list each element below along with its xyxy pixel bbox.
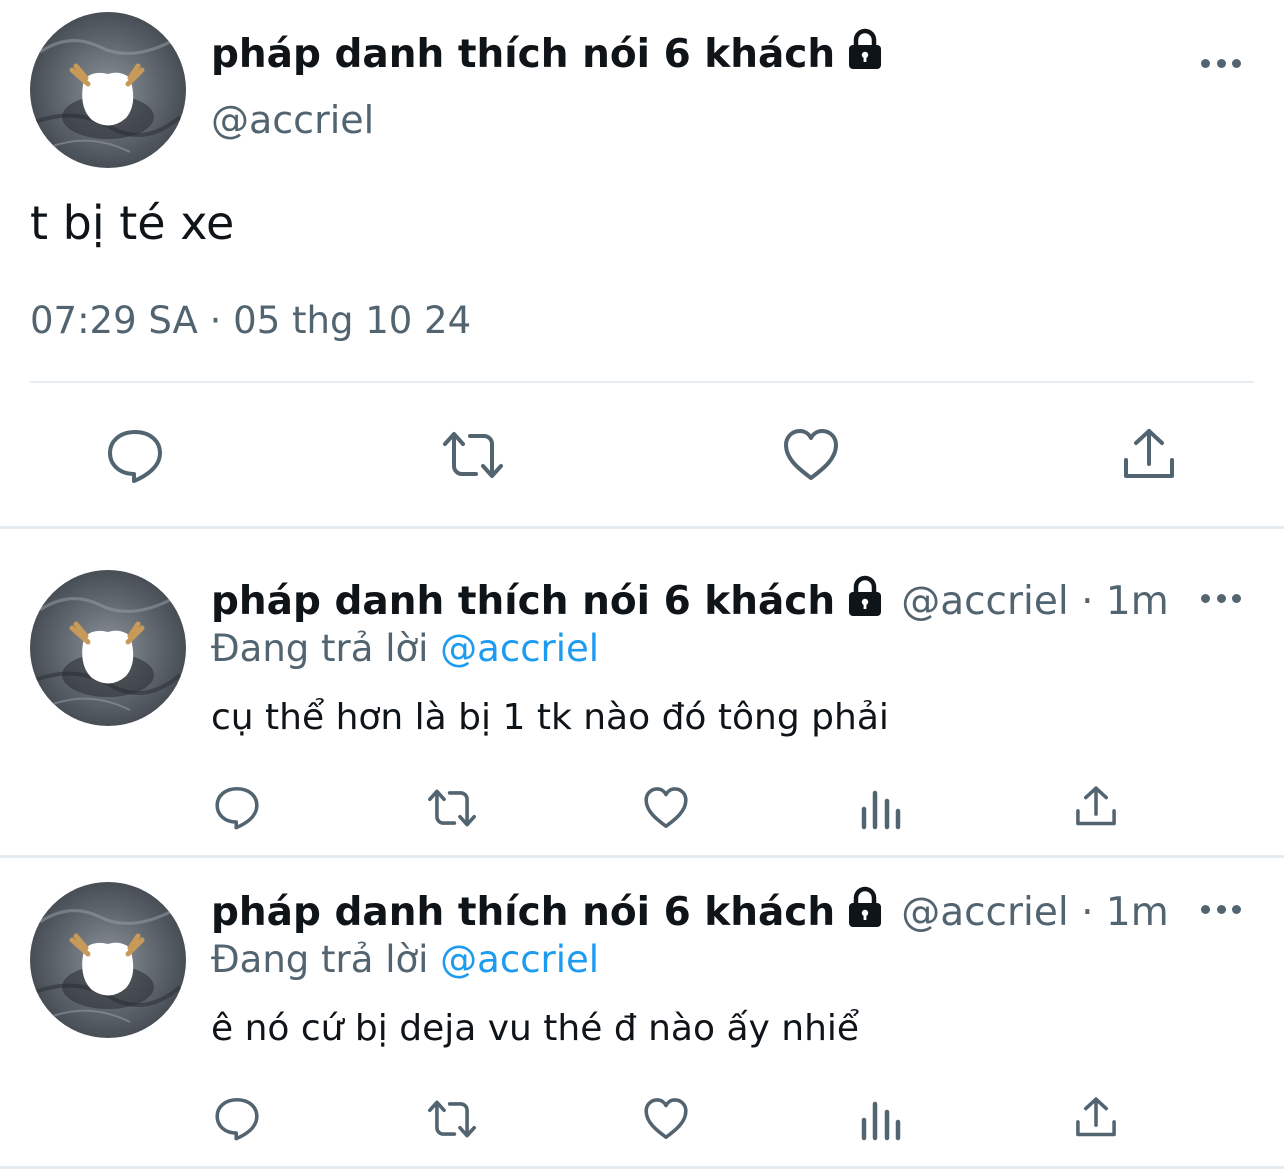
tweet-text: ê nó cứ bị deja vu thé đ nào ấy nhiể	[211, 1008, 860, 1049]
like-icon[interactable]	[642, 1096, 690, 1142]
display-name-text: pháp danh thích nói 6 khách	[211, 31, 836, 77]
handle-time: @accriel · 1m	[901, 889, 1169, 935]
views-icon[interactable]	[860, 1098, 902, 1142]
retweet-icon[interactable]	[424, 1096, 480, 1142]
lock-icon	[845, 575, 885, 619]
avatar[interactable]	[30, 12, 186, 168]
main-tweet: pháp danh thích nói 6 khách @accriel t b…	[0, 0, 1284, 526]
reply-tweet: pháp danh thích nói 6 khách @accriel · 1…	[0, 529, 1284, 856]
lock-icon	[845, 886, 885, 930]
avatar[interactable]	[30, 570, 186, 726]
reply-header[interactable]: pháp danh thích nói 6 khách @accriel · 1…	[211, 575, 1169, 627]
tweet-text: t bị té xe	[30, 196, 235, 250]
replying-to: Đang trả lời @accriel	[211, 938, 599, 981]
retweet-icon[interactable]	[424, 785, 480, 831]
handle-time: @accriel · 1m	[901, 578, 1169, 624]
tweet-text: cụ thể hơn là bị 1 tk nào đó tông phải	[211, 697, 889, 738]
replying-prefix: Đang trả lời	[211, 938, 429, 981]
more-options-icon[interactable]	[1201, 56, 1241, 70]
more-options-icon[interactable]	[1201, 902, 1241, 916]
reply-icon[interactable]	[214, 1095, 260, 1141]
divider	[30, 381, 1254, 383]
views-icon[interactable]	[860, 787, 902, 831]
reply-tweet: pháp danh thích nói 6 khách @accriel · 1…	[0, 858, 1284, 1169]
replying-to: Đang trả lời @accriel	[211, 627, 599, 670]
reply-icon[interactable]	[214, 784, 260, 830]
more-options-icon[interactable]	[1201, 591, 1241, 605]
reply-header[interactable]: pháp danh thích nói 6 khách @accriel · 1…	[211, 886, 1169, 938]
handle[interactable]: @accriel	[211, 98, 374, 142]
replying-mention[interactable]: @accriel	[440, 938, 599, 981]
like-icon[interactable]	[781, 426, 841, 484]
replying-mention[interactable]: @accriel	[440, 627, 599, 670]
share-icon[interactable]	[1074, 1095, 1118, 1141]
replying-prefix: Đang trả lời	[211, 627, 429, 670]
display-name-text: pháp danh thích nói 6 khách	[211, 889, 836, 935]
share-icon[interactable]	[1074, 784, 1118, 830]
display-name-text: pháp danh thích nói 6 khách	[211, 578, 836, 624]
reply-icon[interactable]	[106, 426, 164, 484]
like-icon[interactable]	[642, 785, 690, 831]
lock-icon	[845, 28, 885, 72]
display-name[interactable]: pháp danh thích nói 6 khách	[211, 28, 885, 80]
share-icon[interactable]	[1121, 426, 1177, 484]
retweet-icon[interactable]	[440, 426, 506, 484]
avatar[interactable]	[30, 882, 186, 1038]
timestamp[interactable]: 07:29 SA · 05 thg 10 24	[30, 299, 471, 342]
